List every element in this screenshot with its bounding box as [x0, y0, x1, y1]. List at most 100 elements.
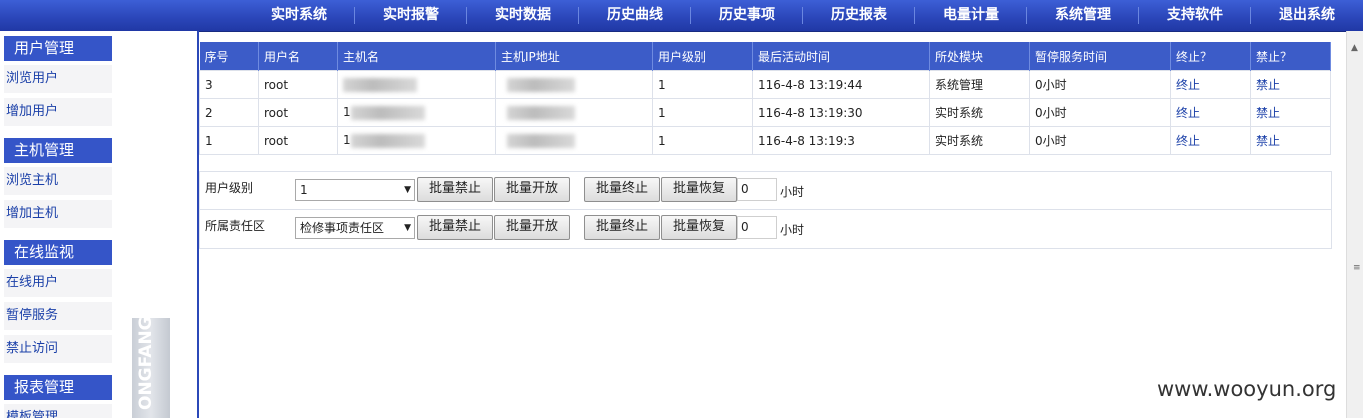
col-header-terminate: 终止？: [1170, 42, 1251, 71]
cell-last-active: 116-4-8 13:19:30: [752, 98, 930, 127]
batch-restore-button[interactable]: 批量恢复: [661, 215, 737, 240]
sidebar-section-report-management[interactable]: 报表管理: [4, 375, 112, 400]
scroll-up-icon[interactable]: ▲: [1351, 43, 1358, 53]
table-header-row: 序号 用户名 主机名 主机IP地址 用户级别 最后活动时间 所处模块 暂停服务时…: [199, 42, 1331, 71]
redacted-ip: [507, 77, 575, 92]
cell-username: root: [258, 98, 338, 127]
nav-system-management[interactable]: 系统管理: [1027, 0, 1139, 31]
top-nav-bar: 实时系统 实时报警 实时数据 历史曲线 历史事项 历史报表 电量计量 系统管理 …: [0, 0, 1363, 32]
chevron-down-icon: ▼: [404, 185, 411, 195]
batch-ban-button[interactable]: 批量禁止: [417, 177, 493, 202]
nav-support-software[interactable]: 支持软件: [1139, 0, 1251, 31]
table-row: 1 root 1 1 116-4-8 13:19:3 实时系统 0小时 终止 禁…: [199, 126, 1331, 155]
user-level-label: 用户级别: [205, 181, 254, 195]
cell-id: 3: [199, 70, 259, 99]
ban-link[interactable]: 禁止: [1250, 70, 1331, 99]
redacted-hostname: [350, 105, 425, 120]
top-nav-items: 实时系统 实时报警 实时数据 历史曲线 历史事项 历史报表 电量计量 系统管理 …: [243, 0, 1363, 31]
cell-id: 1: [199, 126, 259, 155]
cell-hostname: [337, 70, 496, 99]
cell-last-active: 116-4-8 13:19:3: [752, 126, 930, 155]
online-users-table: 序号 用户名 主机名 主机IP地址 用户级别 最后活动时间 所处模块 暂停服务时…: [199, 42, 1331, 155]
nav-exit-system[interactable]: 退出系统: [1251, 0, 1363, 31]
nav-history-events[interactable]: 历史事项: [691, 0, 803, 31]
col-header-user-level: 用户级别: [652, 42, 753, 71]
redacted-hostname: [350, 133, 425, 148]
nav-history-report[interactable]: 历史报表: [803, 0, 915, 31]
hours-unit-label: 小时: [780, 223, 805, 237]
sidebar-section-user-management[interactable]: 用户管理: [4, 36, 112, 61]
cell-module: 系统管理: [929, 70, 1030, 99]
sidebar-item-template-management[interactable]: 模板管理: [4, 404, 112, 418]
watermark-text: ONGFANG: [136, 316, 156, 410]
nav-energy-metering[interactable]: 电量计量: [915, 0, 1027, 31]
nav-realtime-alarm[interactable]: 实时报警: [355, 0, 467, 31]
sidebar-item-browse-hosts[interactable]: 浏览主机: [4, 167, 112, 195]
ban-link[interactable]: 禁止: [1250, 126, 1331, 155]
table-row: 3 root 1 116-4-8 13:19:44 系统管理 0小时 终止 禁止: [199, 70, 1331, 99]
cell-module: 实时系统: [929, 98, 1030, 127]
cell-username: root: [258, 126, 338, 155]
cell-user-level: 1: [652, 98, 753, 127]
cell-username: root: [258, 70, 338, 99]
cell-module: 实时系统: [929, 126, 1030, 155]
cell-host-ip: [495, 126, 653, 155]
col-header-last-active: 最后活动时间: [752, 42, 930, 71]
batch-ban-button[interactable]: 批量禁止: [417, 215, 493, 240]
cell-user-level: 1: [652, 126, 753, 155]
nav-history-curve[interactable]: 历史曲线: [579, 0, 691, 31]
nav-realtime-data[interactable]: 实时数据: [467, 0, 579, 31]
main-content: 序号 用户名 主机名 主机IP地址 用户级别 最后活动时间 所处模块 暂停服务时…: [199, 31, 1346, 418]
nav-realtime-system[interactable]: 实时系统: [243, 0, 355, 31]
cell-host-ip: [495, 70, 653, 99]
pause-hours-input[interactable]: 0: [737, 216, 777, 239]
batch-open-button[interactable]: 批量开放: [494, 215, 570, 240]
hours-unit-label: 小时: [780, 185, 805, 199]
sidebar: 用户管理 浏览用户 增加用户 主机管理 浏览主机 增加主机 在线监视 在线用户 …: [0, 31, 199, 418]
chevron-down-icon: ▼: [404, 223, 411, 233]
redacted-ip: [507, 105, 575, 120]
cell-host-ip: [495, 98, 653, 127]
table-row: 2 root 1 1 116-4-8 13:19:30 实时系统 0小时 终止 …: [199, 98, 1331, 127]
sidebar-item-add-host[interactable]: 增加主机: [4, 200, 112, 228]
control-row-responsibility-zone: 所属责任区 检修事项责任区 ▼ 批量禁止 批量开放 批量终止 批量恢复 0 小时: [199, 209, 1332, 249]
sidebar-section-online-monitor[interactable]: 在线监视: [4, 240, 112, 265]
redacted-hostname: [343, 77, 417, 92]
col-header-ban: 禁止？: [1250, 42, 1331, 71]
pause-hours-input[interactable]: 0: [737, 178, 777, 201]
sidebar-item-browse-users[interactable]: 浏览用户: [4, 65, 112, 93]
terminate-link[interactable]: 终止: [1170, 70, 1251, 99]
batch-terminate-button[interactable]: 批量终止: [584, 177, 660, 202]
sidebar-item-deny-access[interactable]: 禁止访问: [4, 335, 112, 363]
redacted-ip: [507, 133, 575, 148]
terminate-link[interactable]: 终止: [1170, 98, 1251, 127]
responsibility-zone-label: 所属责任区: [205, 219, 266, 233]
cell-pause-time: 0小时: [1029, 126, 1171, 155]
cell-hostname: 1: [337, 98, 496, 127]
batch-restore-button[interactable]: 批量恢复: [661, 177, 737, 202]
cell-pause-time: 0小时: [1029, 98, 1171, 127]
ban-link[interactable]: 禁止: [1250, 98, 1331, 127]
cell-hostname: 1: [337, 126, 496, 155]
scroll-thumb-grip-icon[interactable]: ≡: [1353, 263, 1361, 273]
sidebar-item-online-users[interactable]: 在线用户: [4, 269, 112, 297]
control-row-user-level: 用户级别 1 ▼ 批量禁止 批量开放 批量终止 批量恢复 0 小时: [199, 171, 1332, 211]
batch-open-button[interactable]: 批量开放: [494, 177, 570, 202]
sidebar-item-add-user[interactable]: 增加用户: [4, 98, 112, 126]
watermark-strip: ONGFANG: [132, 316, 170, 418]
site-watermark: www.wooyun.org: [1157, 377, 1337, 401]
responsibility-zone-select[interactable]: 检修事项责任区 ▼: [295, 217, 415, 239]
cell-pause-time: 0小时: [1029, 70, 1171, 99]
col-header-pause-time: 暂停服务时间: [1029, 42, 1171, 71]
terminate-link[interactable]: 终止: [1170, 126, 1251, 155]
col-header-module: 所处模块: [929, 42, 1030, 71]
user-level-select[interactable]: 1 ▼: [295, 179, 415, 201]
vertical-scrollbar[interactable]: ▲ ≡: [1346, 31, 1363, 418]
cell-id: 2: [199, 98, 259, 127]
batch-terminate-button[interactable]: 批量终止: [584, 215, 660, 240]
sidebar-section-host-management[interactable]: 主机管理: [4, 138, 112, 163]
col-header-host-ip: 主机IP地址: [495, 42, 653, 71]
sidebar-item-pause-service[interactable]: 暂停服务: [4, 302, 112, 330]
cell-last-active: 116-4-8 13:19:44: [752, 70, 930, 99]
col-header-hostname: 主机名: [337, 42, 496, 71]
